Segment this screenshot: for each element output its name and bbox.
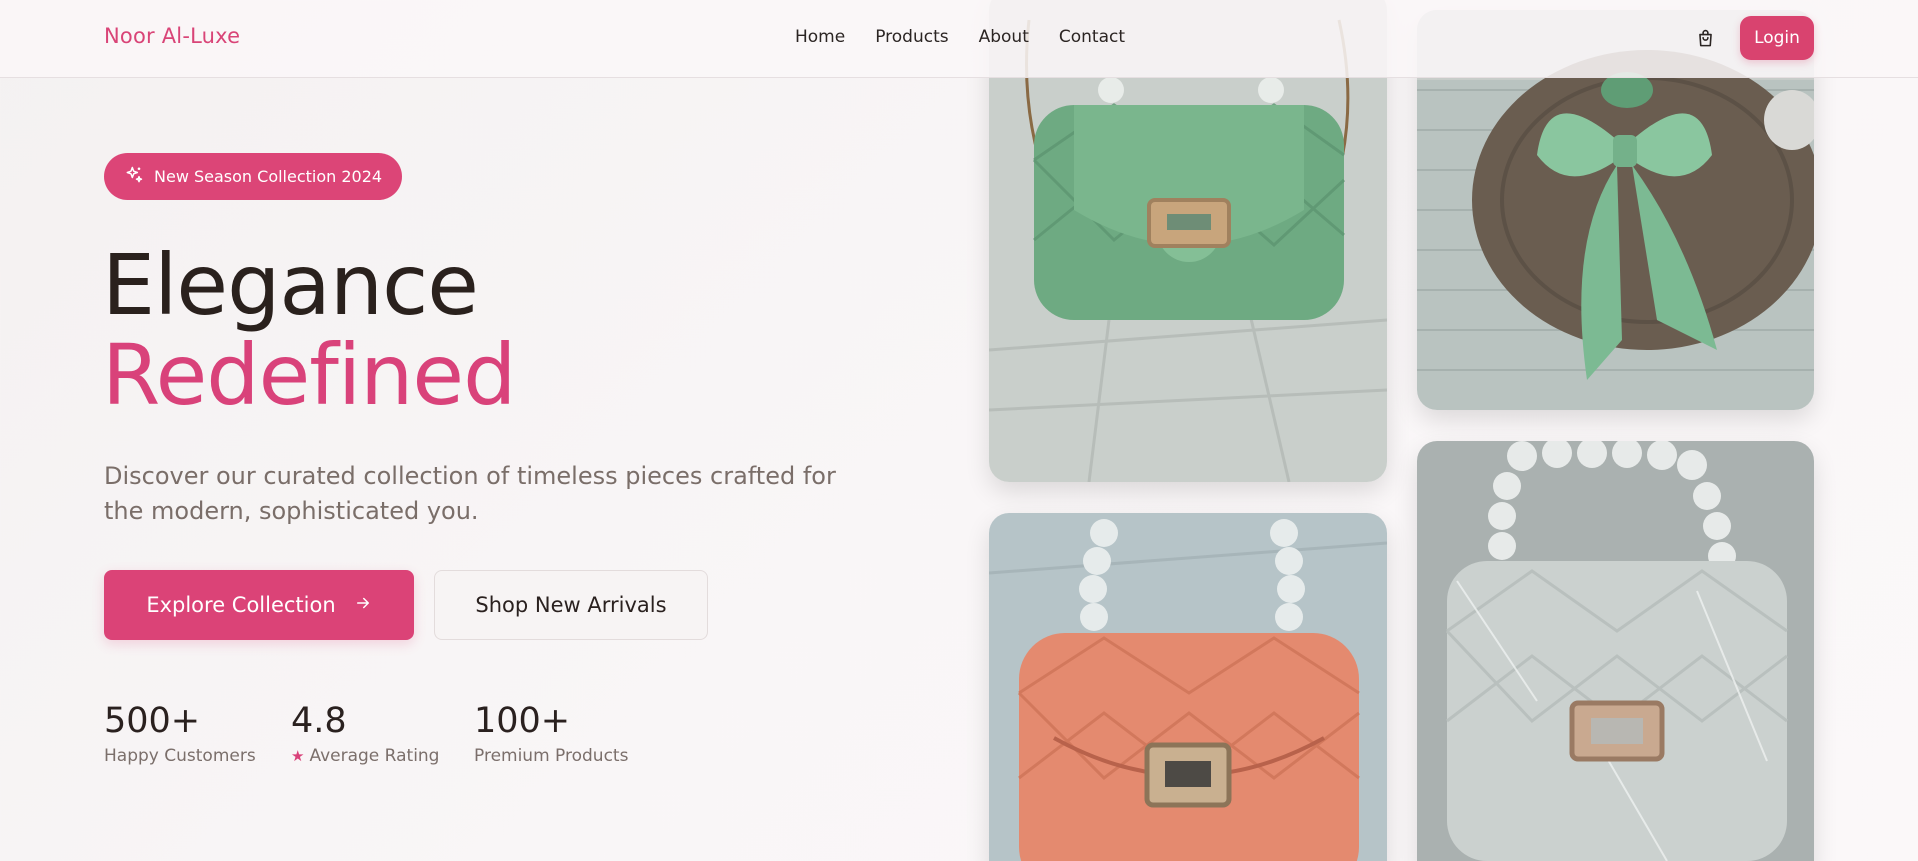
stat-label: Premium Products xyxy=(474,746,629,766)
login-button[interactable]: Login xyxy=(1740,16,1814,60)
sparkles-icon xyxy=(124,165,144,189)
stat-label: Happy Customers xyxy=(104,746,256,766)
nav-about[interactable]: About xyxy=(979,27,1029,47)
stat-products: 100+ Premium Products xyxy=(474,700,628,766)
stat-label: Average Rating xyxy=(309,746,440,766)
site-header: Noor Al-Luxe Home Products About Contact… xyxy=(0,0,1918,78)
main-nav: Home Products About Contact xyxy=(795,27,1155,47)
hero-headline: Elegance Redefined xyxy=(102,236,516,424)
stat-rating: 4.8 ★ Average Rating xyxy=(291,700,439,766)
explore-collection-button[interactable]: Explore Collection xyxy=(104,570,414,640)
nav-home[interactable]: Home xyxy=(795,27,845,47)
stat-value: 100+ xyxy=(474,701,571,741)
brand-logo[interactable]: Noor Al-Luxe xyxy=(104,24,240,48)
stat-value: 4.8 xyxy=(291,701,347,741)
badge-label: New Season Collection 2024 xyxy=(154,167,383,186)
headline-line-2: Redefined xyxy=(102,326,516,424)
stat-customers: 500+ Happy Customers xyxy=(104,700,256,766)
product-image-peach-bag[interactable] xyxy=(989,513,1387,861)
nav-products[interactable]: Products xyxy=(875,27,948,47)
shopping-bag-icon[interactable] xyxy=(1693,26,1717,50)
shop-new-arrivals-button[interactable]: Shop New Arrivals xyxy=(434,570,708,640)
product-image-clear-bag[interactable] xyxy=(1417,441,1814,861)
star-icon: ★ xyxy=(291,747,305,765)
headline-line-1: Elegance xyxy=(102,236,479,334)
arrow-right-icon xyxy=(354,593,372,617)
explore-collection-label: Explore Collection xyxy=(146,593,336,617)
nav-contact[interactable]: Contact xyxy=(1059,27,1125,47)
collection-badge: New Season Collection 2024 xyxy=(104,153,403,200)
stat-value: 500+ xyxy=(104,701,201,741)
hero-subtext: Discover our curated collection of timel… xyxy=(104,462,836,525)
